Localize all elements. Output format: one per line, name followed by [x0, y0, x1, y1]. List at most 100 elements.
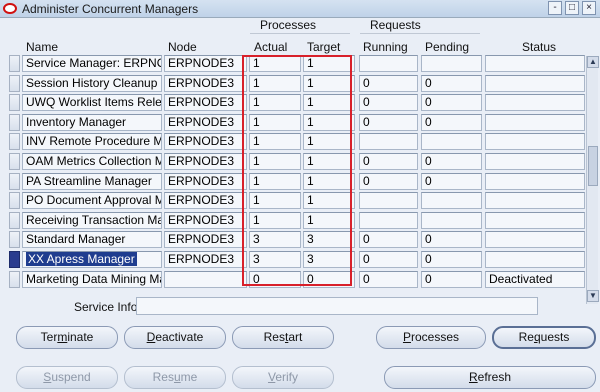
actual-cell[interactable]: 1 — [249, 153, 301, 170]
pending-cell[interactable]: 0 — [421, 173, 482, 190]
row-selector[interactable] — [9, 114, 20, 131]
status-cell[interactable] — [485, 173, 585, 190]
scroll-up-icon[interactable]: ▲ — [587, 56, 599, 68]
row-selector[interactable] — [9, 251, 20, 268]
processes-button[interactable]: Processes — [376, 326, 486, 349]
deactivate-button[interactable]: Deactivate — [124, 326, 226, 349]
node-cell[interactable]: ERPNODE3 — [164, 231, 247, 248]
target-cell[interactable]: 1 — [303, 212, 355, 229]
node-cell[interactable]: ERPNODE3 — [164, 212, 247, 229]
status-cell[interactable] — [485, 231, 585, 248]
name-cell[interactable]: PA Streamline Manager — [22, 173, 162, 190]
node-cell[interactable]: ERPNODE3 — [164, 133, 247, 150]
row-selector[interactable] — [9, 153, 20, 170]
name-cell[interactable]: Receiving Transaction Manag — [22, 212, 162, 229]
node-cell[interactable]: ERPNODE3 — [164, 173, 247, 190]
terminate-button[interactable]: Terminate — [16, 326, 118, 349]
node-cell[interactable]: ERPNODE3 — [164, 153, 247, 170]
name-cell[interactable]: UWQ Worklist Items Release — [22, 94, 162, 111]
refresh-button[interactable]: Refresh — [384, 366, 596, 389]
name-cell[interactable]: PO Document Approval Mana — [22, 192, 162, 209]
verify-button[interactable]: Verify — [232, 366, 334, 389]
running-cell[interactable]: 0 — [359, 251, 418, 268]
target-cell[interactable]: 1 — [303, 153, 355, 170]
target-cell[interactable]: 1 — [303, 173, 355, 190]
running-cell[interactable] — [359, 133, 418, 150]
status-cell[interactable] — [485, 75, 585, 92]
running-cell[interactable] — [359, 55, 418, 72]
target-cell[interactable]: 1 — [303, 192, 355, 209]
requests-button[interactable]: Requests — [492, 326, 596, 349]
row-selector[interactable] — [9, 75, 20, 92]
running-cell[interactable]: 0 — [359, 153, 418, 170]
pending-cell[interactable]: 0 — [421, 271, 482, 288]
row-selector[interactable] — [9, 133, 20, 150]
actual-cell[interactable]: 1 — [249, 114, 301, 131]
actual-cell[interactable]: 0 — [249, 271, 301, 288]
actual-cell[interactable]: 1 — [249, 55, 301, 72]
pending-cell[interactable] — [421, 192, 482, 209]
actual-cell[interactable]: 1 — [249, 173, 301, 190]
running-cell[interactable]: 0 — [359, 231, 418, 248]
target-cell[interactable]: 3 — [303, 231, 355, 248]
running-cell[interactable] — [359, 212, 418, 229]
actual-cell[interactable]: 1 — [249, 94, 301, 111]
name-cell[interactable]: Standard Manager — [22, 231, 162, 248]
row-selector[interactable] — [9, 271, 20, 288]
status-cell[interactable] — [485, 153, 585, 170]
running-cell[interactable]: 0 — [359, 114, 418, 131]
name-cell[interactable]: Inventory Manager — [22, 114, 162, 131]
actual-cell[interactable]: 3 — [249, 231, 301, 248]
status-cell[interactable] — [485, 212, 585, 229]
running-cell[interactable]: 0 — [359, 271, 418, 288]
row-selector[interactable] — [9, 212, 20, 229]
minimize-icon[interactable]: - — [548, 1, 562, 15]
target-cell[interactable]: 1 — [303, 94, 355, 111]
status-cell[interactable] — [485, 114, 585, 131]
pending-cell[interactable]: 0 — [421, 114, 482, 131]
actual-cell[interactable]: 1 — [249, 133, 301, 150]
row-selector[interactable] — [9, 55, 20, 72]
node-cell[interactable]: ERPNODE3 — [164, 251, 247, 268]
name-cell[interactable]: OAM Metrics Collection Man — [22, 153, 162, 170]
status-cell[interactable] — [485, 192, 585, 209]
actual-cell[interactable]: 3 — [249, 251, 301, 268]
pending-cell[interactable] — [421, 212, 482, 229]
status-cell[interactable] — [485, 133, 585, 150]
node-cell[interactable]: ERPNODE3 — [164, 55, 247, 72]
scroll-down-icon[interactable]: ▼ — [587, 290, 599, 302]
node-cell[interactable] — [164, 271, 247, 288]
name-cell[interactable]: XX Apress Manager — [22, 251, 162, 268]
pending-cell[interactable]: 0 — [421, 231, 482, 248]
name-cell[interactable]: Session History Cleanup — [22, 75, 162, 92]
resume-button[interactable]: Resume — [124, 366, 226, 389]
pending-cell[interactable]: 0 — [421, 94, 482, 111]
node-cell[interactable]: ERPNODE3 — [164, 192, 247, 209]
running-cell[interactable] — [359, 192, 418, 209]
running-cell[interactable]: 0 — [359, 173, 418, 190]
running-cell[interactable]: 0 — [359, 94, 418, 111]
running-cell[interactable]: 0 — [359, 75, 418, 92]
target-cell[interactable]: 1 — [303, 75, 355, 92]
target-cell[interactable]: 1 — [303, 133, 355, 150]
node-cell[interactable]: ERPNODE3 — [164, 114, 247, 131]
pending-cell[interactable] — [421, 55, 482, 72]
name-cell[interactable]: Service Manager: ERPNODE — [22, 55, 162, 72]
node-cell[interactable]: ERPNODE3 — [164, 75, 247, 92]
status-cell[interactable]: Deactivated — [485, 271, 585, 288]
target-cell[interactable]: 1 — [303, 114, 355, 131]
service-info-field[interactable] — [136, 297, 538, 315]
pending-cell[interactable]: 0 — [421, 153, 482, 170]
status-cell[interactable] — [485, 94, 585, 111]
status-cell[interactable] — [485, 55, 585, 72]
scroll-thumb[interactable] — [588, 146, 598, 186]
restart-button[interactable]: Restart — [232, 326, 334, 349]
table-scrollbar[interactable]: ▲ ▼ — [586, 56, 599, 304]
actual-cell[interactable]: 1 — [249, 212, 301, 229]
suspend-button[interactable]: Suspend — [16, 366, 118, 389]
pending-cell[interactable] — [421, 133, 482, 150]
name-cell[interactable]: INV Remote Procedure Mana — [22, 133, 162, 150]
target-cell[interactable]: 3 — [303, 251, 355, 268]
row-selector[interactable] — [9, 173, 20, 190]
pending-cell[interactable]: 0 — [421, 75, 482, 92]
